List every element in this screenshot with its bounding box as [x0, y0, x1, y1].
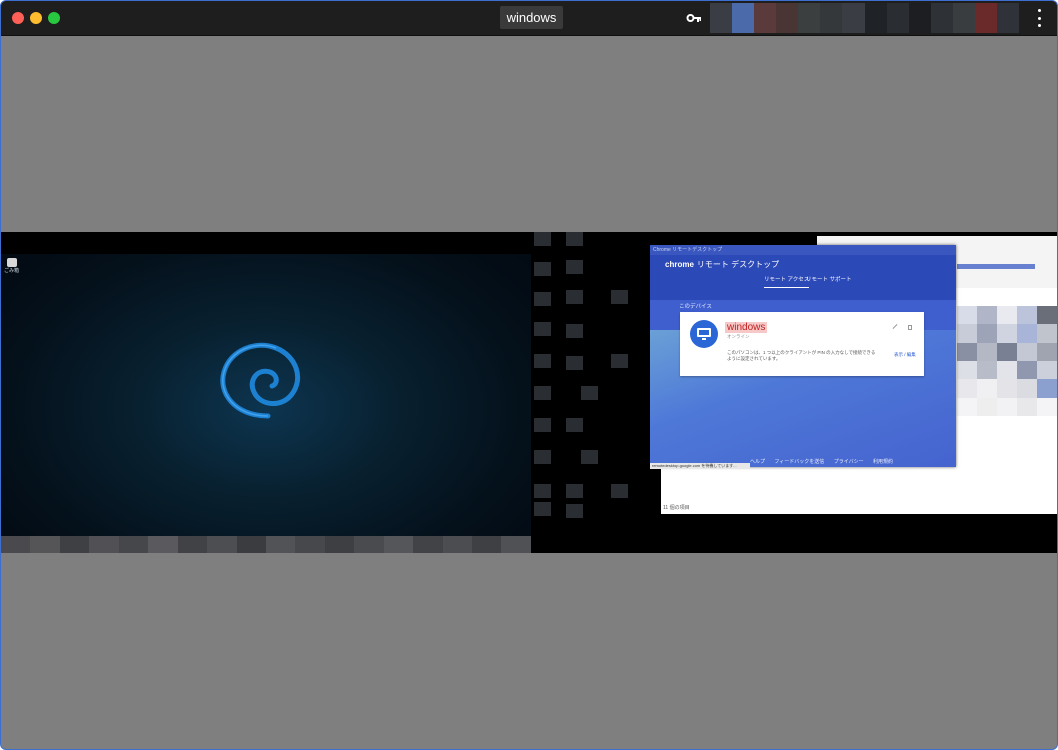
device-description: このパソコンは、1 つ以上のクライアントが PIN の入力なしで接続できるように…	[727, 350, 876, 361]
device-name[interactable]: windows	[725, 322, 768, 333]
window-title: windows	[500, 6, 563, 29]
footer-link-terms[interactable]: 利用規約	[873, 459, 893, 465]
minimize-window-button[interactable]	[30, 12, 42, 24]
footer-link-help[interactable]: ヘルプ	[750, 459, 765, 465]
crd-app-header: chrome リモート デスクトップ リモート アクセス リモート サポート	[650, 255, 956, 300]
recycle-bin-icon[interactable]	[7, 258, 17, 267]
blurred-taskbar	[1, 536, 531, 553]
close-window-button[interactable]	[12, 12, 24, 24]
viewer-window: windows ごみ箱 11 個の項目 Chrome リモートデスクトップ ch…	[0, 0, 1058, 750]
crd-window-titlebar[interactable]: Chrome リモートデスクトップ	[650, 245, 956, 255]
crd-footer: ヘルプ フィードバックを送信 プライバシー 利用規約	[750, 458, 901, 465]
more-vert-icon[interactable]	[1035, 9, 1043, 27]
desktop-icon-label: ごみ箱	[4, 268, 20, 274]
zoom-window-button[interactable]	[48, 12, 60, 24]
device-status: オンライン	[727, 334, 750, 339]
session-thumbnail-strip	[710, 3, 1020, 33]
chrome-remote-desktop-window[interactable]: Chrome リモートデスクトップ chrome リモート デスクトップ リモート…	[650, 245, 956, 467]
browser-status-url: remotedesktop.google.com を待機しています...	[650, 463, 750, 469]
delete-trash-icon[interactable]	[908, 325, 912, 330]
edit-pencil-icon[interactable]	[892, 324, 898, 329]
remote-monitor-left[interactable]: ごみ箱	[1, 232, 531, 553]
tab-remote-access[interactable]: リモート アクセス	[764, 275, 810, 288]
section-title: このデバイス	[679, 304, 712, 310]
pixelated-region	[531, 232, 651, 553]
crd-window-title: Chrome リモートデスクトップ	[653, 247, 723, 253]
title-bar: windows	[1, 1, 1057, 36]
background-explorer-window[interactable]: 11 個の項目	[661, 462, 1057, 514]
footer-link-feedback[interactable]: フィードバックを送信	[774, 459, 824, 465]
crd-app-title: chrome リモート デスクトップ	[665, 260, 780, 269]
key-icon[interactable]	[686, 10, 702, 26]
debian-swirl-logo	[220, 342, 301, 419]
explorer-status-text: 11 個の項目	[663, 505, 690, 511]
tab-remote-support[interactable]: リモート サポート	[806, 275, 852, 283]
device-card[interactable]: windows オンライン このパソコンは、1 つ以上のクライアントが PIN …	[680, 312, 924, 376]
view-edit-link[interactable]: 表示 / 編集	[894, 352, 916, 358]
remote-desktop-view[interactable]: ごみ箱 11 個の項目 Chrome リモートデスクトップ chrome リモー…	[1, 232, 1057, 553]
footer-link-privacy[interactable]: プライバシー	[834, 459, 864, 465]
